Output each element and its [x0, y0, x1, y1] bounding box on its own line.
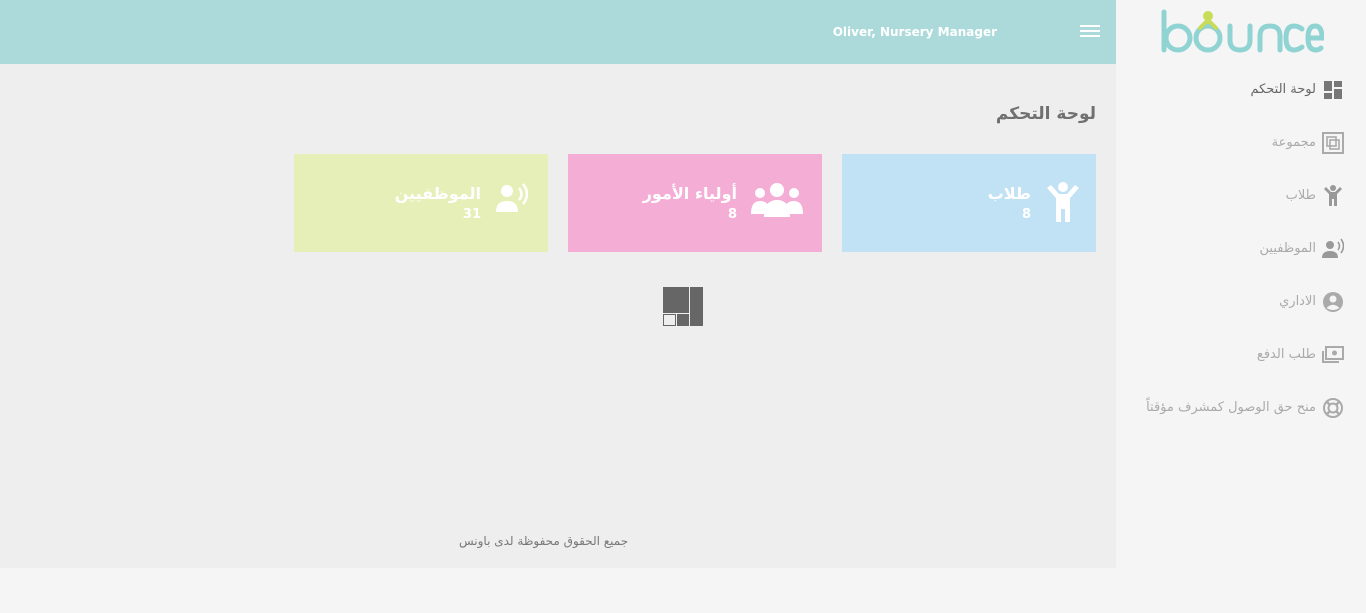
money-icon	[1322, 346, 1344, 363]
sidebar-item-label: الموظفيين	[1259, 241, 1316, 256]
sidebar: لوحة التحكم مجموعة طلاب الموظفيين الادار…	[1116, 0, 1366, 613]
students-card[interactable]: طلاب 8	[842, 154, 1096, 252]
sidebar-item-label: لوحة التحكم	[1250, 82, 1316, 97]
sidebar-item-label: طلاب	[1285, 188, 1316, 203]
hamburger-menu-icon[interactable]	[1080, 25, 1100, 39]
card-label: أولياء الأمور	[642, 184, 737, 203]
card-count: 31	[462, 207, 481, 222]
page-title: لوحة التحكم	[995, 104, 1096, 124]
staff-card[interactable]: الموظفيين 31	[294, 154, 548, 252]
card-label: الموظفيين	[394, 184, 481, 203]
bounce-logo[interactable]	[1160, 6, 1324, 58]
sidebar-item-label: مجموعة	[1271, 135, 1316, 150]
sidebar-item-admin[interactable]: الاداري	[1116, 287, 1366, 317]
child-icon	[1047, 182, 1079, 222]
staff-speaking-icon	[1322, 238, 1344, 258]
footer-copyright: جميع الحقوق محفوظة لدى باونس	[459, 534, 629, 548]
sidebar-item-temp-admin-access[interactable]: منح حق الوصول كمشرف مؤقتاً	[1116, 393, 1366, 423]
sidebar-item-label: طلب الدفع	[1256, 347, 1316, 362]
child-icon	[1324, 185, 1342, 206]
dashboard-icon	[1324, 81, 1342, 99]
collection-icon	[1322, 132, 1344, 154]
user-name[interactable]: Oliver, Nursery Manager	[833, 25, 997, 39]
sidebar-item-label: الاداري	[1279, 294, 1316, 309]
sidebar-item-dashboard[interactable]: لوحة التحكم	[1116, 75, 1366, 105]
main-content: لوحة التحكم طلاب 8 أولياء الأمور 8 الموظ…	[0, 64, 1116, 568]
sidebar-item-group[interactable]: مجموعة	[1116, 128, 1366, 158]
staff-speaking-icon	[496, 183, 528, 212]
group-icon	[751, 183, 803, 217]
sidebar-item-label: منح حق الوصول كمشرف مؤقتاً	[1146, 400, 1316, 415]
card-count: 8	[727, 207, 737, 222]
sidebar-item-students[interactable]: طلاب	[1116, 181, 1366, 211]
card-count: 8	[1021, 207, 1031, 222]
parents-card[interactable]: أولياء الأمور 8	[568, 154, 822, 252]
sidebar-item-staff[interactable]: الموظفيين	[1116, 234, 1366, 264]
account-circle-icon	[1323, 292, 1343, 312]
sidebar-item-payment-request[interactable]: طلب الدفع	[1116, 340, 1366, 370]
card-label: طلاب	[987, 184, 1031, 203]
loading-spinner	[663, 287, 703, 326]
top-bar: Oliver, Nursery Manager	[0, 0, 1116, 64]
lifebuoy-icon	[1323, 398, 1343, 418]
